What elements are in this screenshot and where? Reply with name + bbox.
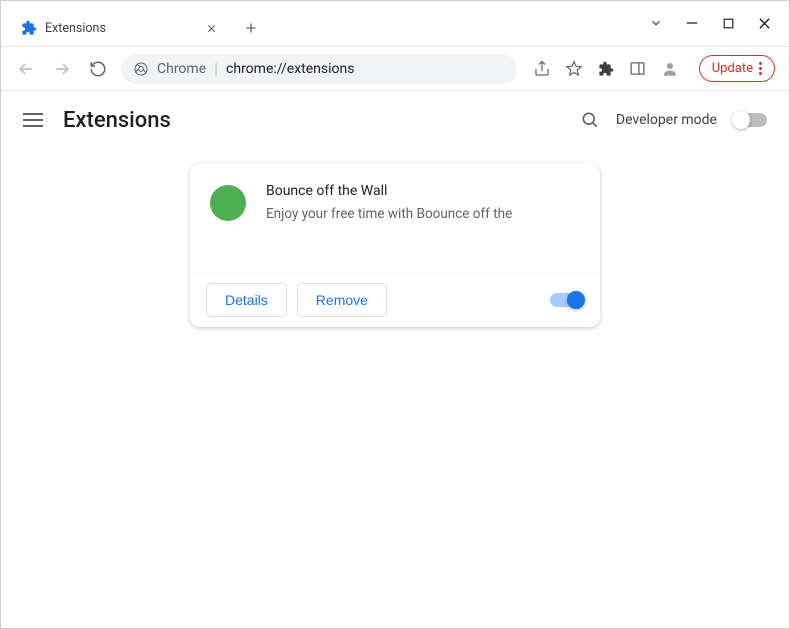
- chevron-down-icon[interactable]: [649, 16, 663, 30]
- bookmark-star-icon[interactable]: [565, 60, 583, 78]
- tab-title: Extensions: [45, 21, 195, 36]
- extension-icon: [210, 185, 246, 221]
- search-icon[interactable]: [580, 110, 600, 130]
- reload-button[interactable]: [83, 54, 113, 84]
- close-button[interactable]: [757, 16, 771, 30]
- extensions-content: Bounce off the Wall Enjoy your free time…: [1, 149, 789, 327]
- minimize-button[interactable]: [685, 16, 699, 30]
- chrome-icon: [133, 61, 149, 77]
- omnibox-separator: |: [214, 59, 218, 78]
- title-bar: Extensions: [1, 1, 789, 47]
- back-button[interactable]: [11, 54, 41, 84]
- developer-mode-toggle[interactable]: [733, 113, 767, 127]
- omnibox-chrome-label: Chrome: [157, 61, 206, 77]
- extensions-page-header: Extensions Developer mode: [1, 91, 789, 149]
- browser-toolbar: Chrome | chrome://extensions Update: [1, 47, 789, 91]
- omnibox-url: chrome://extensions: [226, 61, 354, 77]
- page-title: Extensions: [63, 108, 171, 133]
- tab-close-icon[interactable]: [203, 20, 219, 36]
- menu-dots-icon: [759, 62, 762, 75]
- developer-mode-label: Developer mode: [616, 112, 717, 128]
- address-bar[interactable]: Chrome | chrome://extensions: [121, 54, 517, 84]
- hamburger-menu-icon[interactable]: [23, 109, 43, 131]
- new-tab-button[interactable]: [237, 14, 265, 42]
- side-panel-icon[interactable]: [629, 60, 647, 78]
- remove-button[interactable]: Remove: [297, 283, 387, 317]
- window-controls: [649, 0, 789, 46]
- extensions-puzzle-icon[interactable]: [597, 60, 615, 78]
- share-icon[interactable]: [533, 60, 551, 78]
- extension-favicon-icon: [21, 20, 37, 36]
- forward-button[interactable]: [47, 54, 77, 84]
- extension-card: Bounce off the Wall Enjoy your free time…: [190, 163, 600, 327]
- extension-name: Bounce off the Wall: [266, 183, 580, 199]
- extension-enable-toggle[interactable]: [550, 293, 584, 307]
- update-button[interactable]: Update: [699, 55, 775, 82]
- maximize-button[interactable]: [721, 16, 735, 30]
- toolbar-actions: Update: [529, 55, 779, 82]
- update-label: Update: [712, 61, 753, 76]
- browser-tab[interactable]: Extensions: [9, 10, 229, 46]
- profile-avatar-icon[interactable]: [661, 60, 679, 78]
- extension-description: Enjoy your free time with Boounce off th…: [266, 205, 580, 224]
- details-button[interactable]: Details: [206, 283, 287, 317]
